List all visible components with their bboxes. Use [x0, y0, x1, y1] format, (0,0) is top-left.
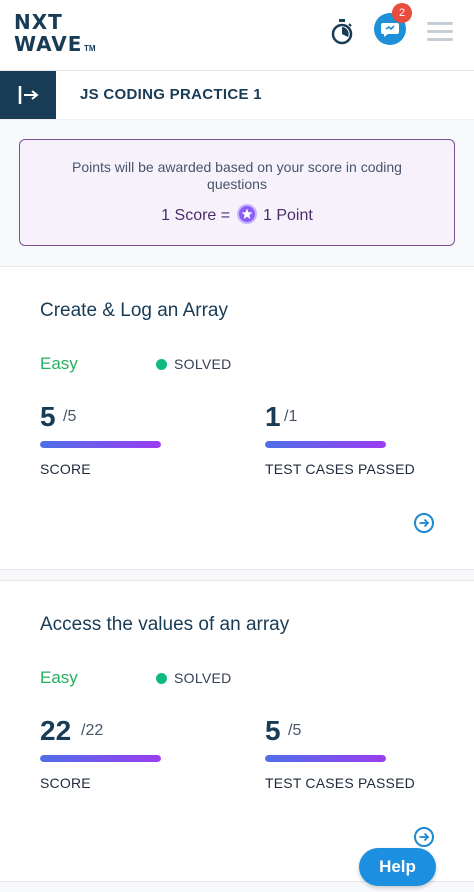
tests-progress-fill: [265, 441, 386, 448]
question-title[interactable]: Create & Log an Array: [40, 300, 228, 322]
expand-sidebar-icon: [18, 86, 39, 104]
score-progress-fill: [40, 441, 161, 448]
practice-title-bar: JS CODING PRACTICE 1: [0, 71, 474, 120]
tests-passed-label: TEST CASES PASSED: [265, 775, 415, 791]
status-text: SOLVED: [174, 670, 232, 686]
logo-line-1: NXT: [14, 10, 63, 34]
open-question-arrow-icon[interactable]: [414, 513, 434, 533]
points-info-message: Points will be awarded based on your sco…: [72, 159, 402, 192]
score-label: SCORE: [40, 461, 91, 477]
status-badge: SOLVED: [156, 356, 232, 372]
tests-passed-value: 1: [265, 401, 281, 432]
help-button[interactable]: Help: [359, 848, 436, 886]
difficulty-label: Easy: [40, 668, 78, 687]
status-badge: SOLVED: [156, 670, 232, 686]
tests-progress-bar: [265, 441, 386, 448]
star-coin-icon: [236, 204, 257, 224]
score-total: /22: [81, 722, 104, 739]
question-title[interactable]: Access the values of an array: [40, 614, 289, 636]
logo-trademark: TM: [84, 44, 96, 53]
question-card[interactable]: Create & Log an Array Easy SOLVED 5 /5 S…: [0, 266, 474, 570]
open-question-arrow-icon[interactable]: [414, 827, 434, 847]
stopwatch-icon[interactable]: [330, 19, 354, 45]
sidebar-toggle-button[interactable]: [0, 71, 56, 119]
score-conversion: 1 Score = 1 Point: [20, 204, 454, 225]
solved-dot-icon: [156, 673, 167, 684]
score-total: /5: [63, 408, 77, 425]
score-progress-bar: [40, 755, 161, 762]
score-conversion-right: 1 Point: [263, 207, 313, 224]
tests-total: /1: [284, 408, 298, 425]
notification-badge: 2: [392, 3, 412, 23]
solved-dot-icon: [156, 359, 167, 370]
score-progress-fill: [40, 755, 161, 762]
tests-total: /5: [288, 722, 302, 739]
tests-passed-label: TEST CASES PASSED: [265, 461, 415, 477]
page-title: JS CODING PRACTICE 1: [80, 86, 262, 103]
difficulty-label: Easy: [40, 354, 78, 373]
score-value: 5: [40, 401, 56, 432]
score-progress-bar: [40, 441, 161, 448]
app-header: NXT WAVE TM 2: [0, 0, 474, 71]
tests-passed-value: 5: [265, 715, 281, 746]
score-label: SCORE: [40, 775, 91, 791]
score-value: 22: [40, 715, 72, 746]
tests-progress-bar: [265, 755, 386, 762]
points-info-box: Points will be awarded based on your sco…: [19, 139, 455, 246]
logo-line-2: WAVE: [14, 32, 83, 56]
score-conversion-left: 1 Score =: [161, 207, 231, 224]
status-text: SOLVED: [174, 356, 232, 372]
hamburger-menu-icon[interactable]: [427, 22, 453, 42]
question-card[interactable]: Access the values of an array Easy SOLVE…: [0, 580, 474, 882]
tests-progress-fill: [265, 755, 386, 762]
nxtwave-logo[interactable]: NXT WAVE TM: [14, 10, 104, 60]
